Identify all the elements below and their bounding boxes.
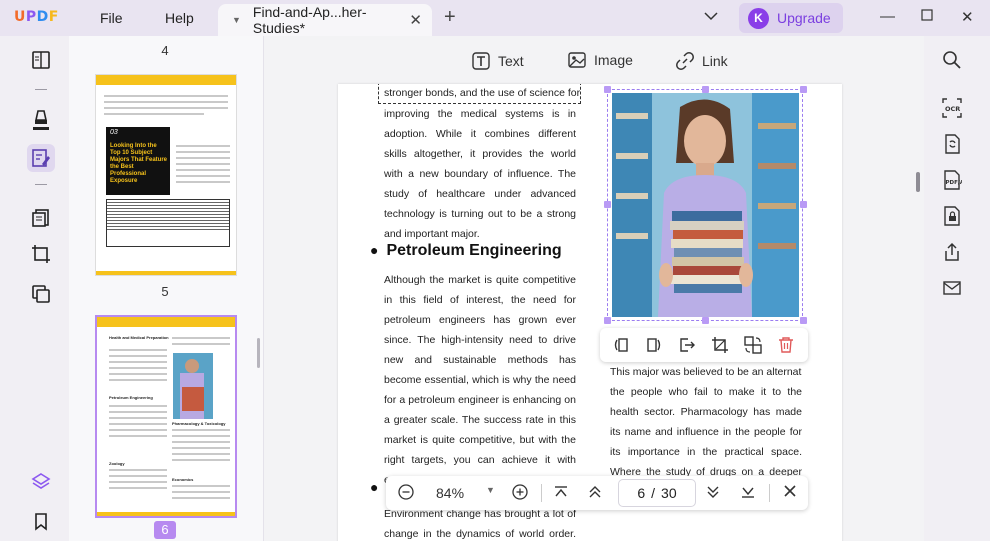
- zoom-in-icon[interactable]: [512, 484, 528, 503]
- svg-text:PDF/A: PDF/A: [946, 180, 963, 186]
- menu-file[interactable]: File: [100, 10, 123, 26]
- rotate-left-icon[interactable]: [612, 336, 630, 354]
- thumbnail-page-label-selected: 6: [154, 521, 176, 539]
- document-scrollbar[interactable]: [916, 172, 920, 192]
- upgrade-label: Upgrade: [777, 10, 831, 26]
- left-toolbar: [13, 36, 69, 541]
- crop-image-icon[interactable]: [711, 336, 729, 354]
- text-paragraph[interactable]: Although the market is quite competitive…: [384, 270, 576, 490]
- extract-image-icon[interactable]: [678, 336, 696, 354]
- zoom-out-icon[interactable]: [398, 484, 414, 503]
- layers-icon[interactable]: [27, 468, 55, 496]
- share-icon[interactable]: [942, 242, 964, 264]
- zoom-dropdown-icon[interactable]: ▼: [486, 485, 495, 495]
- first-page-icon[interactable]: [554, 485, 568, 502]
- student-photo[interactable]: [612, 93, 799, 317]
- zoom-level[interactable]: 84%: [436, 485, 464, 501]
- bookmark-icon[interactable]: [27, 508, 55, 536]
- toolbar-divider: [769, 484, 770, 502]
- new-tab-button[interactable]: +: [444, 6, 456, 29]
- thumbnail-photo: [173, 353, 213, 419]
- thumbnail-heading-block: 03 Looking Into the Top 10 Subject Major…: [106, 127, 170, 195]
- thumbnail-page-label: 4: [161, 43, 169, 58]
- image-icon: [568, 52, 586, 68]
- tab-close-icon[interactable]: ✕: [409, 11, 422, 29]
- ocr-icon[interactable]: OCR: [942, 98, 964, 120]
- document-area: Text Image Link stronger bonds, and the …: [264, 36, 924, 541]
- text-icon: [472, 52, 490, 70]
- add-text-button[interactable]: Text: [472, 52, 524, 70]
- maximize-button[interactable]: [921, 8, 933, 25]
- title-bar: UPDF File Help ▼ Find-and-Ap...her-Studi…: [0, 0, 990, 36]
- comment-highlighter-icon[interactable]: [27, 106, 55, 134]
- image-action-toolbar: [600, 328, 808, 362]
- selected-image-frame[interactable]: [604, 86, 807, 324]
- next-page-icon[interactable]: [706, 485, 720, 502]
- pdf-page: stronger bonds, and the use of science f…: [338, 84, 842, 541]
- tab-title: Find-and-Ap...her-Studies*: [252, 4, 367, 36]
- delete-image-icon[interactable]: [777, 336, 795, 354]
- avatar: K: [748, 7, 769, 29]
- rail-divider: [35, 184, 47, 185]
- thumbnail-page-6[interactable]: Health and Medical Preparation Petroleum…: [95, 315, 237, 518]
- email-icon[interactable]: [942, 278, 964, 300]
- edit-pdf-icon[interactable]: [27, 144, 55, 172]
- organize-pages-icon[interactable]: [27, 204, 55, 232]
- document-tab[interactable]: ▼ Find-and-Ap...her-Studies* ✕: [218, 4, 432, 36]
- close-window-button[interactable]: ✕: [961, 8, 974, 26]
- rail-divider: [35, 89, 47, 90]
- convert-icon[interactable]: [942, 134, 964, 156]
- close-navigation-icon[interactable]: [783, 484, 797, 501]
- previous-page-icon[interactable]: [588, 485, 602, 502]
- app-logo: UPDF: [14, 9, 59, 25]
- text-line[interactable]: stronger bonds, and the use of science f…: [384, 84, 580, 104]
- current-page[interactable]: 6: [637, 485, 645, 501]
- menu-help[interactable]: Help: [165, 10, 194, 26]
- crop-pages-icon[interactable]: [27, 240, 55, 268]
- replace-image-icon[interactable]: [744, 336, 762, 354]
- right-toolbar: OCR PDF/A: [924, 36, 990, 541]
- add-link-button[interactable]: Link: [676, 52, 728, 70]
- total-pages: 30: [661, 485, 677, 501]
- thumbnail-scrollbar[interactable]: [257, 338, 260, 368]
- thumbnail-header-bar: [97, 317, 235, 327]
- section-heading[interactable]: ● Petroleum Engineering: [370, 242, 562, 260]
- svg-text:OCR: OCR: [945, 105, 960, 113]
- search-icon[interactable]: [942, 50, 964, 72]
- thumbnail-page-label: 5: [161, 284, 169, 299]
- zoom-navigation-bar: 84% ▼ 6 / 30: [386, 476, 808, 510]
- tab-dropdown-icon[interactable]: ▼: [232, 15, 241, 25]
- last-page-icon[interactable]: [741, 485, 755, 502]
- toolbar-divider: [541, 484, 542, 502]
- text-line[interactable]: This major was believed to be an alterna…: [610, 362, 802, 382]
- link-icon: [676, 52, 694, 70]
- protect-icon[interactable]: [942, 206, 964, 228]
- thumbnail-header-bar: [96, 75, 236, 85]
- minimize-button[interactable]: —: [880, 8, 895, 25]
- text-paragraph[interactable]: improving the medical systems is in adop…: [384, 104, 576, 244]
- page-separator: /: [651, 485, 656, 501]
- thumbnail-table: [106, 199, 230, 247]
- upgrade-button[interactable]: K Upgrade: [739, 3, 843, 33]
- convert-tools-icon[interactable]: [27, 280, 55, 308]
- thumbnail-page-5[interactable]: 03 Looking Into the Top 10 Subject Major…: [95, 74, 237, 276]
- page-number-field[interactable]: 6 / 30: [618, 479, 696, 507]
- edit-toolbar: Text Image Link: [264, 36, 924, 84]
- add-image-button[interactable]: Image: [568, 52, 633, 68]
- rotate-right-icon[interactable]: [645, 336, 663, 354]
- thumbnail-panel: 4 03 Looking Into the Top 10 Subject Maj…: [69, 36, 264, 541]
- pdfa-icon[interactable]: PDF/A: [942, 170, 965, 192]
- tab-list-chevron-icon[interactable]: [704, 8, 718, 26]
- reader-icon[interactable]: [27, 46, 55, 74]
